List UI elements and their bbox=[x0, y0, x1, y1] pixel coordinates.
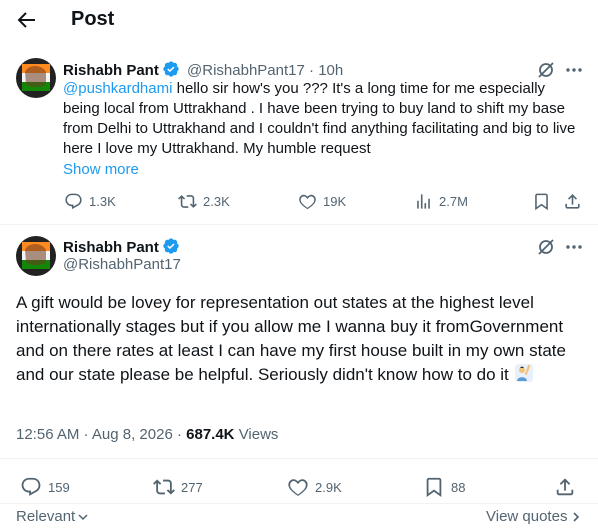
chevron-right-icon bbox=[571, 511, 581, 523]
view-quotes-link[interactable]: View quotes bbox=[486, 508, 581, 525]
divider bbox=[0, 224, 598, 225]
share-button[interactable] bbox=[554, 475, 582, 499]
avatar[interactable] bbox=[16, 58, 56, 98]
top-bar: Post bbox=[0, 0, 598, 40]
verified-badge-icon bbox=[162, 237, 180, 255]
divider bbox=[0, 503, 598, 504]
author-handle[interactable]: @RishabhPant17 bbox=[187, 62, 305, 79]
tweet-text: A gift would be lovey for representation… bbox=[16, 291, 576, 390]
show-more-link[interactable]: Show more bbox=[63, 161, 139, 179]
reply-count: 1.3K bbox=[89, 193, 116, 209]
bookmark-count: 88 bbox=[451, 479, 466, 495]
reply-icon bbox=[64, 192, 83, 211]
like-count: 2.9K bbox=[315, 479, 342, 495]
tweet-top-actions bbox=[536, 60, 584, 80]
author-name-row: Rishabh Pant bbox=[63, 237, 180, 257]
views-count: 2.7M bbox=[439, 193, 468, 209]
like-icon bbox=[287, 476, 309, 498]
share-icon bbox=[554, 476, 576, 498]
avatar[interactable] bbox=[16, 236, 56, 276]
view-quotes-label: View quotes bbox=[486, 508, 568, 525]
verified-badge-icon bbox=[162, 60, 180, 78]
repost-icon bbox=[153, 476, 175, 498]
repost-icon bbox=[178, 192, 197, 211]
like-button[interactable]: 19K bbox=[298, 191, 346, 211]
author-name[interactable]: Rishabh Pant bbox=[63, 239, 159, 256]
tweet-top-actions bbox=[536, 237, 584, 257]
divider bbox=[0, 458, 598, 459]
author-name[interactable]: Rishabh Pant bbox=[63, 62, 159, 79]
reply-icon bbox=[20, 476, 42, 498]
replies-footer: Relevant View quotes bbox=[0, 505, 598, 529]
author-handle[interactable]: @RishabhPant17 bbox=[63, 256, 181, 274]
tweet-body: A gift would be lovey for representation… bbox=[16, 293, 566, 384]
views-label: Views bbox=[238, 426, 279, 443]
repost-count: 277 bbox=[181, 479, 203, 495]
tweet-text: @pushkardhami hello sir how's you ??? It… bbox=[63, 79, 583, 159]
bookmark-button[interactable] bbox=[532, 191, 557, 211]
like-icon bbox=[298, 192, 317, 211]
bookmark-button[interactable]: 88 bbox=[423, 475, 465, 499]
page-title: Post bbox=[71, 8, 115, 30]
timestamp[interactable]: 10h bbox=[318, 62, 343, 79]
bookmark-icon bbox=[532, 192, 551, 211]
back-arrow-icon[interactable] bbox=[14, 8, 38, 32]
bookmark-icon bbox=[423, 476, 445, 498]
tweet-actions: 159 277 2.9K 88 bbox=[14, 475, 584, 499]
repost-count: 2.3K bbox=[203, 193, 230, 209]
more-icon[interactable] bbox=[564, 60, 584, 80]
share-button[interactable] bbox=[563, 191, 588, 211]
tweet-header: Rishabh Pant @RishabhPant17 · 10h bbox=[63, 60, 343, 80]
tweet-meta: 12:56 AM · Aug 8, 2026 · 687.4K Views bbox=[16, 425, 278, 445]
tweet-actions: 1.3K 2.3K 19K 2.7M bbox=[58, 191, 588, 213]
views-button[interactable]: 2.7M bbox=[414, 191, 468, 211]
reply-count: 159 bbox=[48, 479, 70, 495]
share-icon bbox=[563, 192, 582, 211]
timestamp[interactable]: 12:56 AM · Aug 8, 2026 bbox=[16, 426, 173, 443]
separator-dot: · bbox=[309, 62, 315, 79]
views-icon bbox=[414, 192, 433, 211]
repost-button[interactable]: 277 bbox=[153, 475, 203, 499]
more-icon[interactable] bbox=[564, 237, 584, 257]
repost-button[interactable]: 2.3K bbox=[178, 191, 230, 211]
reply-button[interactable]: 1.3K bbox=[64, 191, 116, 211]
chevron-down-icon bbox=[77, 511, 89, 523]
mention-link[interactable]: @pushkardhami bbox=[63, 80, 172, 97]
separator-dot: · bbox=[176, 426, 182, 443]
views-count: 687.4K bbox=[186, 426, 235, 443]
grok-icon[interactable] bbox=[536, 60, 556, 80]
sort-relevant-button[interactable]: Relevant bbox=[16, 508, 89, 525]
like-count: 19K bbox=[323, 193, 347, 209]
grok-icon[interactable] bbox=[536, 237, 556, 257]
reply-button[interactable]: 159 bbox=[20, 475, 70, 499]
sort-label: Relevant bbox=[16, 508, 76, 525]
raising-hand-emoji bbox=[514, 363, 534, 390]
like-button[interactable]: 2.9K bbox=[287, 475, 342, 499]
